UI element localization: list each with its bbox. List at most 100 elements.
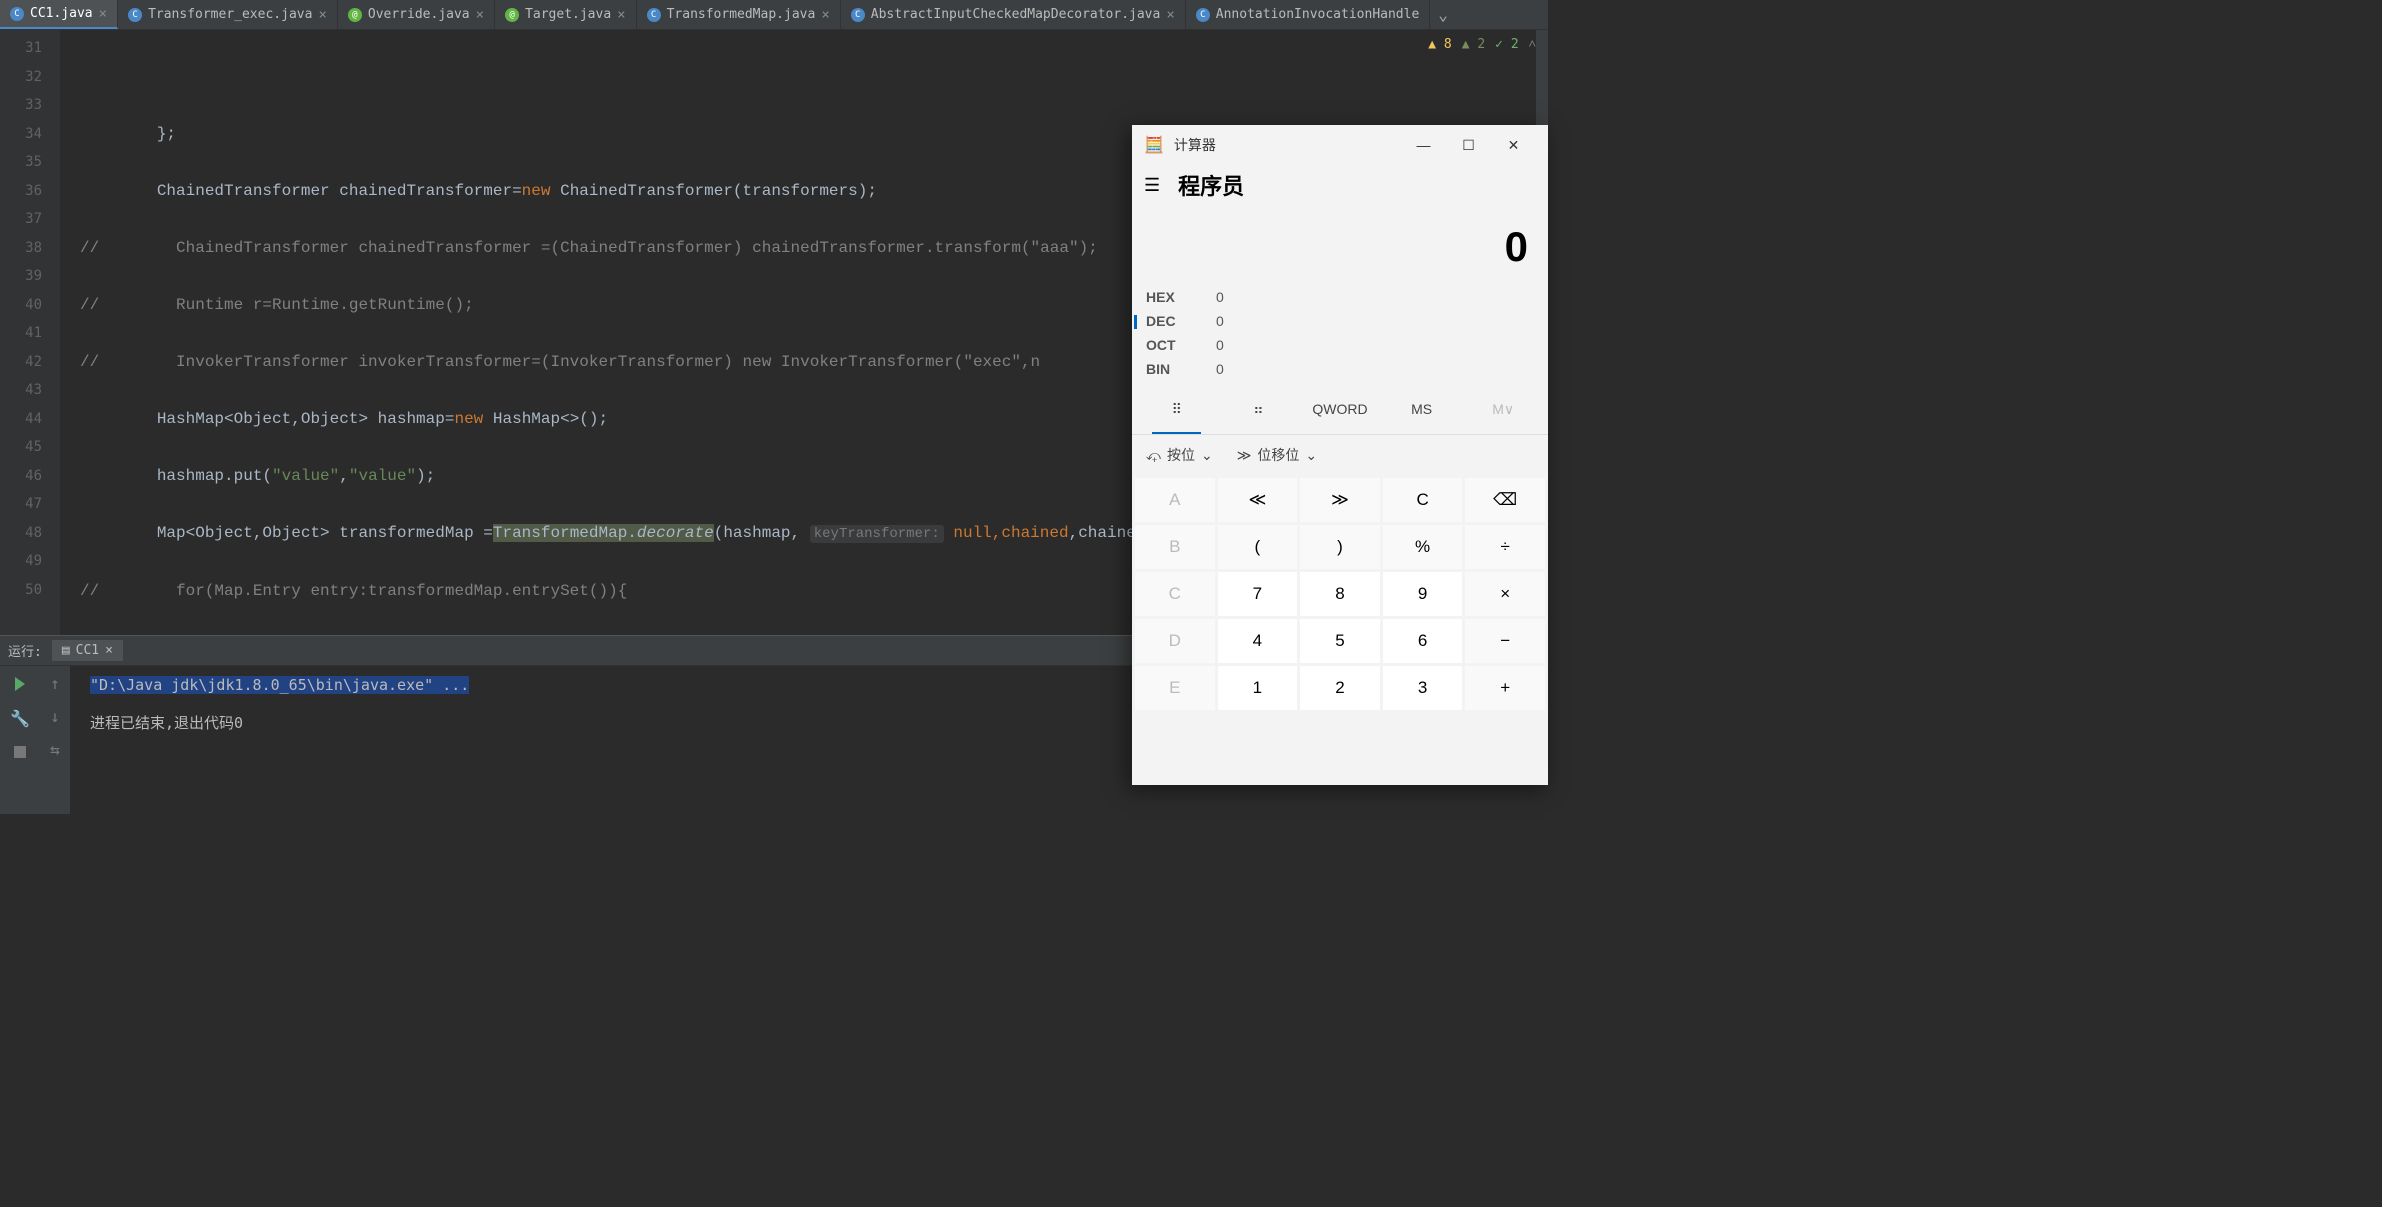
minimize-icon[interactable]: —	[1401, 130, 1446, 160]
tab-transformedmap[interactable]: C TransformedMap.java ×	[637, 0, 841, 29]
calculator-title: 计算器	[1174, 135, 1216, 155]
key-percent[interactable]: %	[1383, 525, 1463, 569]
key-7[interactable]: 7	[1218, 572, 1298, 616]
key-d[interactable]: D	[1135, 619, 1215, 663]
soft-wrap-icon[interactable]: ⇆	[50, 740, 60, 759]
base-hex[interactable]: HEX 0	[1146, 285, 1534, 309]
close-icon[interactable]: ×	[318, 7, 326, 23]
key-4[interactable]: 4	[1218, 619, 1298, 663]
key-2[interactable]: 2	[1300, 666, 1380, 710]
key-minus[interactable]: −	[1465, 619, 1545, 663]
key-9[interactable]: 9	[1383, 572, 1463, 616]
line-number: 49	[0, 547, 42, 576]
close-icon[interactable]: ×	[821, 7, 829, 23]
close-icon[interactable]: ×	[99, 6, 107, 22]
highlighted-call: TransformedMap.decorate	[493, 524, 714, 542]
chevron-down-icon: ⌄	[1201, 447, 1213, 464]
down-arrow-icon[interactable]: ↓	[50, 707, 60, 726]
expand-inspections-icon[interactable]: ˄	[1529, 36, 1536, 52]
up-arrow-icon[interactable]: ↑	[50, 674, 60, 693]
run-config-name: CC1	[76, 643, 99, 658]
key-e[interactable]: E	[1135, 666, 1215, 710]
memory-dropdown[interactable]: M∨	[1462, 395, 1544, 424]
line-gutter: 31 32 33 34 35 36 37 38 39 40 41 42 43 4…	[0, 30, 60, 635]
key-plus[interactable]: +	[1465, 666, 1545, 710]
bitwise-dropdown[interactable]: ⤽ 按位 ⌄	[1146, 445, 1213, 465]
key-multiply[interactable]: ×	[1465, 572, 1545, 616]
code-line: };	[80, 125, 176, 143]
key-c[interactable]: C	[1135, 572, 1215, 616]
base-dec[interactable]: DEC 0	[1146, 309, 1534, 333]
close-icon[interactable]: ×	[476, 7, 484, 23]
key-a[interactable]: A	[1135, 478, 1215, 522]
key-rparen[interactable]: )	[1300, 525, 1380, 569]
line-number: 50	[0, 576, 42, 605]
tab-label: CC1.java	[30, 6, 93, 21]
parameter-hint: keyTransformer:	[810, 525, 944, 543]
word-size-dropdown[interactable]: QWORD	[1299, 395, 1381, 424]
rerun-button[interactable]	[10, 674, 30, 694]
tabs-overflow-dropdown[interactable]: ⌄	[1430, 0, 1456, 29]
key-clear[interactable]: C	[1383, 478, 1463, 522]
stop-button[interactable]	[10, 742, 30, 762]
key-3[interactable]: 3	[1383, 666, 1463, 710]
run-settings-button[interactable]: 🔧	[10, 708, 30, 728]
keypad-mode-button[interactable]: ⠿	[1136, 395, 1218, 424]
warning-icon[interactable]: ▲ 8	[1428, 37, 1451, 52]
typo-icon[interactable]: ✓ 2	[1495, 37, 1518, 52]
line-number: 42	[0, 348, 42, 377]
java-file-icon: C	[851, 8, 865, 22]
tab-override[interactable]: @ Override.java ×	[338, 0, 495, 29]
key-6[interactable]: 6	[1383, 619, 1463, 663]
tab-cc1[interactable]: C CC1.java ×	[0, 0, 118, 29]
base-bin[interactable]: BIN 0	[1146, 357, 1534, 381]
base-oct[interactable]: OCT 0	[1146, 333, 1534, 357]
key-divide[interactable]: ÷	[1465, 525, 1545, 569]
close-icon[interactable]: ✕	[1491, 130, 1536, 160]
java-file-icon: C	[1196, 8, 1210, 22]
close-icon[interactable]: ×	[1166, 7, 1174, 23]
annotation-icon: @	[348, 8, 362, 22]
tab-label: AnnotationInvocationHandle	[1216, 7, 1420, 22]
java-file-icon: C	[647, 8, 661, 22]
line-number: 32	[0, 63, 42, 92]
close-icon[interactable]: ×	[105, 643, 113, 658]
bit-toggle-mode-button[interactable]: ⠶	[1218, 395, 1300, 424]
bitshift-dropdown[interactable]: ≫ 位移位 ⌄	[1237, 445, 1317, 465]
key-rshift[interactable]: ≫	[1300, 478, 1380, 522]
tab-annotationinvocation[interactable]: C AnnotationInvocationHandle	[1186, 0, 1431, 29]
tab-transformer-exec[interactable]: C Transformer_exec.java ×	[118, 0, 338, 29]
line-number: 31	[0, 34, 42, 63]
hamburger-menu-icon[interactable]: ☰	[1144, 175, 1160, 196]
close-icon[interactable]: ×	[617, 7, 625, 23]
calculator-keypad: A ≪ ≫ C ⌫ B ( ) % ÷ C 7 8 9 × D 4 5 6 − …	[1132, 475, 1548, 713]
run-config-icon: ▤	[62, 643, 70, 658]
line-number: 34	[0, 120, 42, 149]
calculator-titlebar[interactable]: 🧮 计算器 — ☐ ✕	[1132, 125, 1548, 165]
key-5[interactable]: 5	[1300, 619, 1380, 663]
memory-store-button[interactable]: MS	[1381, 395, 1463, 424]
run-config-tab[interactable]: ▤ CC1 ×	[52, 640, 123, 661]
inspection-indicators[interactable]: ▲ 8 ▲ 2 ✓ 2 ˄	[1428, 36, 1536, 52]
chevron-down-icon: ⌄	[1305, 447, 1317, 464]
weak-warning-icon[interactable]: ▲ 2	[1462, 37, 1485, 52]
calculator-app-icon: 🧮	[1144, 135, 1164, 155]
line-number: 41	[0, 319, 42, 348]
annotation-icon: @	[505, 8, 519, 22]
line-number: 33	[0, 91, 42, 120]
key-b[interactable]: B	[1135, 525, 1215, 569]
key-lparen[interactable]: (	[1218, 525, 1298, 569]
play-icon	[15, 677, 25, 691]
tab-abstractinputchecked[interactable]: C AbstractInputCheckedMapDecorator.java …	[841, 0, 1186, 29]
key-1[interactable]: 1	[1218, 666, 1298, 710]
maximize-icon[interactable]: ☐	[1446, 130, 1491, 160]
base-value: 0	[1216, 337, 1224, 353]
key-lshift[interactable]: ≪	[1218, 478, 1298, 522]
tab-label: AbstractInputCheckedMapDecorator.java	[871, 7, 1161, 22]
key-8[interactable]: 8	[1300, 572, 1380, 616]
key-backspace[interactable]: ⌫	[1465, 478, 1545, 522]
base-value: 0	[1216, 289, 1224, 305]
tab-target[interactable]: @ Target.java ×	[495, 0, 637, 29]
run-nav-toolbar: ↑ ↓ ⇆	[40, 666, 70, 814]
line-number: 47	[0, 490, 42, 519]
